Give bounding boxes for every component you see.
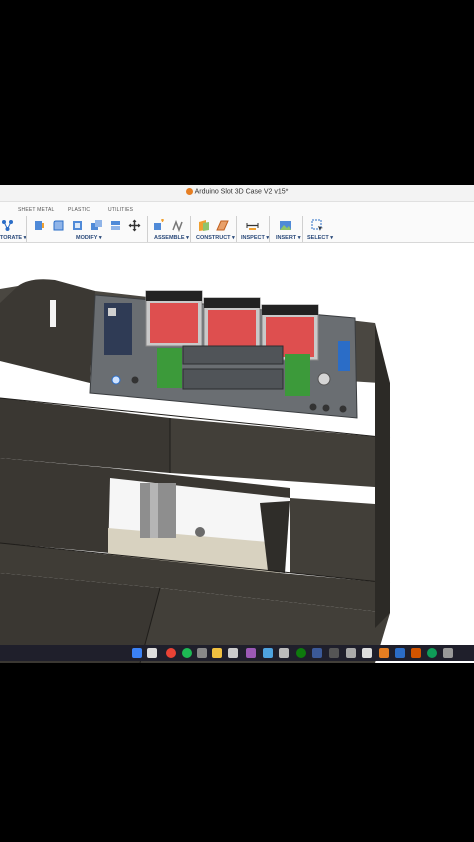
construct-menu[interactable]: CONSTRUCT ▾ bbox=[196, 235, 235, 241]
search-icon[interactable] bbox=[147, 648, 157, 658]
move-icon[interactable] bbox=[128, 219, 141, 232]
photos-icon[interactable] bbox=[263, 648, 273, 658]
spotify-icon[interactable] bbox=[182, 648, 192, 658]
fusion-icon[interactable] bbox=[379, 648, 389, 658]
settings-icon[interactable] bbox=[279, 648, 289, 658]
green-buttons-right bbox=[285, 354, 310, 396]
fusion2-icon[interactable] bbox=[411, 648, 421, 658]
case-model bbox=[0, 279, 391, 663]
chrome-icon[interactable] bbox=[166, 648, 176, 658]
media-icon[interactable] bbox=[197, 648, 207, 658]
joint-icon[interactable] bbox=[171, 219, 184, 232]
button-a bbox=[111, 375, 121, 385]
inspect-menu[interactable]: INSPECT ▾ bbox=[241, 235, 269, 241]
button-b bbox=[131, 376, 139, 384]
tab-plastic[interactable]: PLASTIC bbox=[68, 207, 90, 213]
potentiometer bbox=[338, 341, 350, 371]
app2-icon[interactable] bbox=[329, 648, 339, 658]
insert-image-icon[interactable] bbox=[279, 219, 292, 232]
plane-angle-icon[interactable] bbox=[216, 219, 229, 232]
browser-icon[interactable] bbox=[312, 648, 322, 658]
offset-plane-icon[interactable] bbox=[197, 219, 210, 232]
toolbar-ribbon: SHEET METAL PLASTIC UTILITIES TORATE ▾ M… bbox=[0, 202, 474, 243]
insert-menu[interactable]: INSERT ▾ bbox=[276, 235, 300, 241]
file-icon bbox=[185, 188, 193, 195]
new-component-icon[interactable] bbox=[152, 219, 165, 232]
press-pull-icon[interactable] bbox=[33, 219, 46, 232]
title-bar: Arduino Slot 3D Case V2 v15* bbox=[0, 185, 474, 202]
green-buttons-left bbox=[157, 348, 182, 388]
measure-icon[interactable] bbox=[246, 219, 259, 232]
mail-icon[interactable] bbox=[395, 648, 405, 658]
taskbar bbox=[0, 645, 474, 661]
fillet-icon[interactable] bbox=[52, 219, 65, 232]
slot-opening bbox=[50, 300, 56, 327]
automate-menu[interactable]: TORATE ▾ bbox=[0, 235, 26, 241]
xbox-icon[interactable] bbox=[296, 648, 306, 658]
automate-icon[interactable] bbox=[1, 219, 14, 232]
split-icon[interactable] bbox=[109, 219, 122, 232]
app4-icon[interactable] bbox=[362, 648, 372, 658]
window-title: Arduino Slot 3D Case V2 v15* bbox=[194, 188, 289, 196]
select-menu[interactable]: SELECT ▾ bbox=[307, 235, 333, 241]
tab-utilities[interactable]: UTILITIES bbox=[108, 207, 133, 213]
assemble-menu[interactable]: ASSEMBLE ▾ bbox=[154, 235, 189, 241]
files-icon[interactable] bbox=[212, 648, 222, 658]
seven-seg-display-top bbox=[182, 345, 284, 365]
combine-icon[interactable] bbox=[90, 219, 103, 232]
tab-sheet-metal[interactable]: SHEET METAL bbox=[18, 207, 54, 213]
app3-icon[interactable] bbox=[346, 648, 356, 658]
seven-seg-display-bottom bbox=[182, 368, 284, 390]
premiere-icon[interactable] bbox=[246, 648, 256, 658]
windows-icon[interactable] bbox=[132, 648, 142, 658]
edge2-icon[interactable] bbox=[427, 648, 437, 658]
app-icon[interactable] bbox=[228, 648, 238, 658]
fusion-window: Arduino Slot 3D Case V2 v15* SHEET METAL… bbox=[0, 185, 474, 663]
modify-menu[interactable]: MODIFY ▾ bbox=[76, 235, 102, 241]
shell-icon[interactable] bbox=[71, 219, 84, 232]
buzzer bbox=[317, 372, 331, 386]
3d-viewport[interactable] bbox=[0, 243, 474, 663]
select-icon[interactable] bbox=[311, 219, 324, 232]
app5-icon[interactable] bbox=[443, 648, 453, 658]
